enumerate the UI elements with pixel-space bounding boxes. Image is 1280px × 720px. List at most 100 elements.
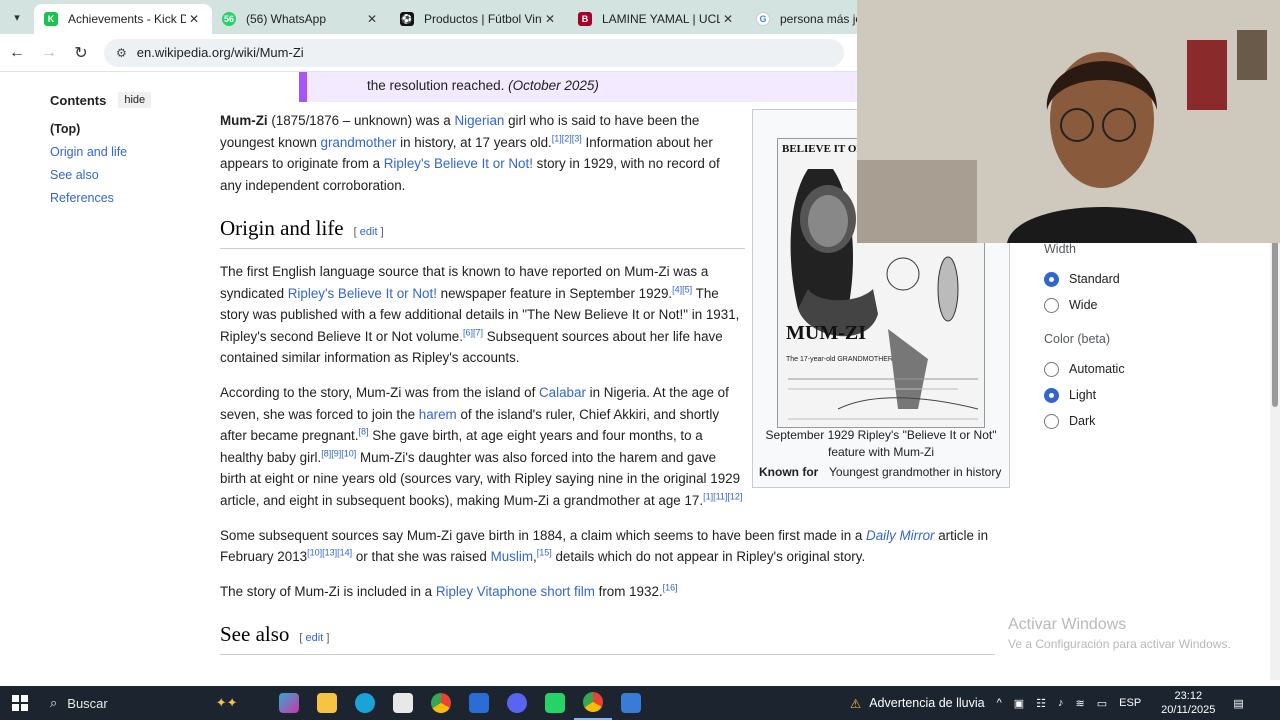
citation[interactable]: [15] bbox=[537, 548, 552, 558]
citation[interactable]: [1][2][3] bbox=[552, 133, 582, 143]
toc-item-see-also[interactable]: See also bbox=[50, 168, 190, 182]
text: or that she was raised bbox=[352, 549, 491, 565]
color-dark-option[interactable]: Dark bbox=[1044, 408, 1230, 434]
radio-selected-icon[interactable] bbox=[1044, 387, 1059, 403]
close-icon[interactable]: ✕ bbox=[186, 12, 202, 26]
radio-icon[interactable] bbox=[1044, 297, 1059, 313]
link-calabar[interactable]: Calabar bbox=[539, 385, 586, 400]
close-icon[interactable]: ✕ bbox=[364, 12, 380, 26]
citation[interactable]: [16] bbox=[663, 582, 678, 592]
reload-icon[interactable]: ↻ bbox=[66, 38, 96, 68]
speaker-icon[interactable]: ♪ bbox=[1058, 697, 1064, 709]
tab-1[interactable]: 56 (56) WhatsApp ✕ bbox=[212, 4, 390, 34]
citation[interactable]: [8][9][10] bbox=[321, 448, 356, 458]
article-body: Mum-Zi (1875/1876 – unknown) was a Niger… bbox=[220, 110, 995, 667]
tab-0[interactable]: K Achievements - Kick Dashb ✕ bbox=[34, 4, 212, 34]
width-standard-option[interactable]: Standard bbox=[1044, 266, 1230, 292]
copilot-icon[interactable] bbox=[270, 686, 308, 720]
weather-widget[interactable]: ⚠ Advertencia de lluvia bbox=[850, 696, 985, 711]
battery-icon[interactable]: ▭ bbox=[1097, 697, 1107, 710]
toc-item-origin[interactable]: Origin and life bbox=[50, 145, 190, 159]
edit-label[interactable]: edit bbox=[360, 226, 378, 238]
text: in history, at 17 years old. bbox=[396, 134, 552, 150]
edit-label[interactable]: edit bbox=[306, 632, 324, 644]
whatsapp-icon: 56 bbox=[222, 12, 236, 26]
taskbar-search[interactable]: ⌕ Buscar ✦✦ bbox=[40, 686, 270, 720]
watermark-line-2: Ve a Configuración para activar Windows. bbox=[1008, 637, 1231, 651]
language-indicator[interactable]: ESP bbox=[1119, 697, 1141, 709]
radio-selected-icon[interactable] bbox=[1044, 271, 1059, 287]
chevron-up-icon[interactable]: ^ bbox=[997, 697, 1002, 709]
citation[interactable]: [4][5] bbox=[672, 284, 692, 294]
webcam-person-image bbox=[857, 0, 1280, 243]
option-label: Light bbox=[1069, 388, 1097, 402]
search-icon: ⌕ bbox=[50, 695, 58, 710]
wifi-icon[interactable]: ≋ bbox=[1076, 697, 1085, 710]
barca-crest-icon: B bbox=[578, 12, 592, 26]
option-label: Automatic bbox=[1069, 362, 1125, 376]
back-arrow-icon[interactable]: ← bbox=[2, 38, 32, 68]
site-info-icon[interactable]: ⚙ bbox=[116, 46, 127, 60]
edit-section-link[interactable]: [ edit ] bbox=[299, 628, 329, 650]
scrollbar-thumb[interactable] bbox=[1272, 227, 1278, 407]
tab-2[interactable]: ⚽ Productos | Fútbol Vintage ✕ bbox=[390, 4, 568, 34]
infobox-caption: September 1929 Ripley's "Believe It or N… bbox=[765, 428, 997, 459]
link-vitaphone[interactable]: Ripley Vitaphone short film bbox=[436, 584, 595, 599]
radio-icon[interactable] bbox=[1044, 413, 1059, 429]
address-bar[interactable]: ⚙ en.wikipedia.org/wiki/Mum-Zi bbox=[104, 38, 844, 67]
sparkle-icon: ✦✦ bbox=[215, 695, 238, 710]
width-wide-option[interactable]: Wide bbox=[1044, 292, 1230, 318]
windows-start-icon[interactable] bbox=[0, 695, 40, 711]
clipping-name: MUM-ZI bbox=[786, 322, 866, 344]
link-nigerian[interactable]: Nigerian bbox=[454, 113, 504, 128]
tab-search-icon[interactable]: ▾ bbox=[0, 0, 34, 34]
text: details which do not appear in Ripley's … bbox=[551, 549, 866, 565]
link-ripleys[interactable]: Ripley's Believe It or Not! bbox=[288, 286, 437, 301]
radio-icon[interactable] bbox=[1044, 361, 1059, 377]
link-muslim[interactable]: Muslim bbox=[491, 549, 533, 564]
chrome-active-icon[interactable] bbox=[574, 686, 612, 720]
camera-icon[interactable]: ▣ bbox=[1014, 697, 1024, 710]
url-text: en.wikipedia.org/wiki/Mum-Zi bbox=[136, 45, 304, 60]
citation[interactable]: [10][13][14] bbox=[307, 548, 352, 558]
clock[interactable]: 23:12 20/11/2025 bbox=[1161, 689, 1215, 717]
toc-hide-button[interactable]: hide bbox=[118, 92, 152, 108]
link-ripleys[interactable]: Ripley's Believe It or Not! bbox=[384, 156, 533, 171]
tab-label: Achievements - Kick Dashb bbox=[68, 12, 186, 26]
link-daily-mirror[interactable]: Daily Mirror bbox=[866, 528, 934, 543]
tab-label: LAMINE YAMAL | UCL Cam bbox=[602, 12, 720, 26]
webcam-overlay bbox=[857, 0, 1280, 243]
calculator-icon[interactable] bbox=[612, 686, 650, 720]
whatsapp-taskbar-icon[interactable] bbox=[536, 686, 574, 720]
citation[interactable]: [6][7] bbox=[463, 327, 483, 337]
toc-item-references[interactable]: References bbox=[50, 191, 190, 205]
edit-section-link[interactable]: [ edit ] bbox=[354, 222, 384, 244]
text: According to the story, Mum-Zi was from … bbox=[220, 384, 540, 400]
table-of-contents: Contents hide (Top) Origin and life See … bbox=[50, 92, 190, 214]
forward-arrow-icon[interactable]: → bbox=[34, 38, 64, 68]
app-icon[interactable] bbox=[460, 686, 498, 720]
chrome-icon[interactable] bbox=[422, 686, 460, 720]
text: (1875/1876 – unknown) was a bbox=[267, 113, 455, 128]
close-icon[interactable]: ✕ bbox=[542, 12, 558, 26]
known-for-row: Known for Youngest grandmother in histor… bbox=[759, 465, 1001, 479]
system-tray: ^ ▣ ☷ ♪ ≋ ▭ ESP 23:12 20/11/2025 ▤ bbox=[997, 689, 1244, 717]
file-explorer-icon[interactable] bbox=[308, 686, 346, 720]
tab-3[interactable]: B LAMINE YAMAL | UCL Cam ✕ bbox=[568, 4, 746, 34]
store-icon[interactable] bbox=[384, 686, 422, 720]
section-heading-see-also: See also [ edit ] bbox=[220, 624, 995, 655]
edge-icon[interactable] bbox=[346, 686, 384, 720]
citation[interactable]: [8] bbox=[358, 427, 368, 437]
notice-date: (October 2025) bbox=[508, 78, 599, 93]
discord-icon[interactable] bbox=[498, 686, 536, 720]
link-harem[interactable]: harem bbox=[419, 407, 457, 422]
color-light-option[interactable]: Light bbox=[1044, 382, 1230, 408]
link-grandmother[interactable]: grandmother bbox=[321, 135, 397, 150]
notification-icon[interactable]: ▤ bbox=[1233, 697, 1243, 710]
color-automatic-option[interactable]: Automatic bbox=[1044, 356, 1230, 382]
network-icon[interactable]: ☷ bbox=[1036, 697, 1046, 710]
close-icon[interactable]: ✕ bbox=[720, 12, 736, 26]
citation[interactable]: [1][11][12] bbox=[703, 491, 742, 501]
toc-item-top[interactable]: (Top) bbox=[50, 122, 190, 136]
option-label: Dark bbox=[1069, 414, 1096, 428]
